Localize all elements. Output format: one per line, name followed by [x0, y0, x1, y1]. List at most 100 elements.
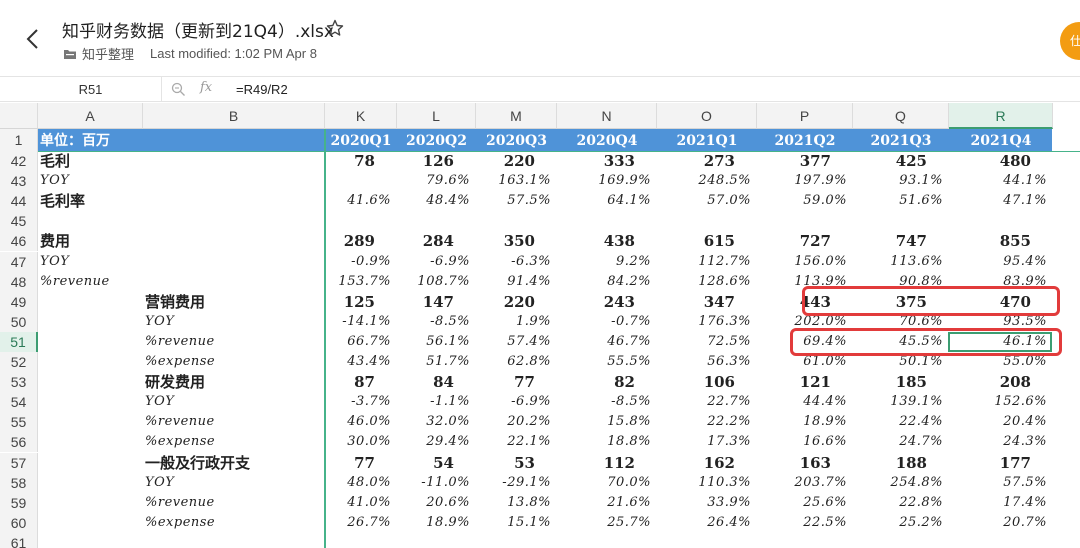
cell-l57[interactable]: 54 [397, 453, 476, 473]
cell-l47[interactable]: -6.9% [397, 252, 476, 272]
cell-r46[interactable]: 855 [949, 231, 1053, 251]
row-label-b[interactable]: %expense [143, 352, 325, 372]
row-label-a[interactable]: YOY [38, 252, 143, 272]
row-header-47[interactable]: 47 [0, 251, 38, 272]
cell-l54[interactable]: -1.1% [397, 392, 476, 412]
row-label-a[interactable]: 费用 [38, 231, 143, 251]
cell-n46[interactable]: 438 [557, 231, 657, 251]
back-arrow-icon[interactable] [22, 26, 44, 52]
cell-p42[interactable]: 377 [757, 151, 853, 171]
cell-o57[interactable]: 162 [657, 453, 757, 473]
row-header-45[interactable]: 45 [0, 211, 38, 232]
cell-o59[interactable]: 33.9% [657, 493, 757, 513]
cell-k44[interactable]: 41.6% [325, 191, 397, 211]
row-label-b[interactable]: YOY [143, 392, 325, 412]
row-header-59[interactable]: 59 [0, 492, 38, 513]
cell-q43[interactable]: 93.1% [853, 171, 949, 191]
cell-p44[interactable]: 59.0% [757, 191, 853, 211]
cell-q58[interactable]: 254.8% [853, 473, 949, 493]
cell-m48[interactable]: 91.4% [476, 272, 557, 292]
cell-p58[interactable]: 203.7% [757, 473, 853, 493]
cell-l53[interactable]: 84 [397, 372, 476, 392]
cell-o42[interactable]: 273 [657, 151, 757, 171]
row-header-58[interactable]: 58 [0, 472, 38, 493]
cell-n51[interactable]: 46.7% [557, 332, 657, 352]
cell-r57[interactable]: 177 [949, 453, 1053, 473]
cell-m43[interactable]: 163.1% [476, 171, 557, 191]
cell-m42[interactable]: 220 [476, 151, 557, 171]
cell-k52[interactable]: 43.4% [325, 352, 397, 372]
owner-name[interactable]: 知乎整理 [82, 44, 134, 63]
cell-l45[interactable] [397, 211, 476, 231]
cell-p60[interactable]: 22.5% [757, 513, 853, 533]
cell-k56[interactable]: 30.0% [325, 432, 397, 452]
quarter-header-2020q1[interactable]: 2020Q1 [325, 129, 397, 151]
cell-l59[interactable]: 20.6% [397, 493, 476, 513]
cell-q45[interactable] [853, 211, 949, 231]
cell-q46[interactable]: 747 [853, 231, 949, 251]
cell-k54[interactable]: -3.7% [325, 392, 397, 412]
row-label-a[interactable]: 毛利 [38, 151, 143, 171]
cell-m54[interactable]: -6.9% [476, 392, 557, 412]
cell-n45[interactable] [557, 211, 657, 231]
cell-n52[interactable]: 55.5% [557, 352, 657, 372]
row-header-57[interactable]: 57 [0, 452, 38, 473]
cell-k46[interactable]: 289 [325, 231, 397, 251]
cell-m45[interactable] [476, 211, 557, 231]
cell-q47[interactable]: 113.6% [853, 252, 949, 272]
cell-n54[interactable]: -8.5% [557, 392, 657, 412]
cell-n53[interactable]: 82 [557, 372, 657, 392]
cell-o48[interactable]: 128.6% [657, 272, 757, 292]
quarter-header-2020q2[interactable]: 2020Q2 [397, 129, 476, 151]
cell-l48[interactable]: 108.7% [397, 272, 476, 292]
cell-n48[interactable]: 84.2% [557, 272, 657, 292]
row-header-43[interactable]: 43 [0, 171, 38, 192]
cell-k50[interactable]: -14.1% [325, 312, 397, 332]
cell-n42[interactable]: 333 [557, 151, 657, 171]
cell-o51[interactable]: 72.5% [657, 332, 757, 352]
row-label-b[interactable]: 营销费用 [143, 292, 325, 312]
cell-m46[interactable]: 350 [476, 231, 557, 251]
cell-p54[interactable]: 44.4% [757, 392, 853, 412]
column-header-m[interactable]: M [476, 103, 557, 129]
cell-p61[interactable] [757, 533, 853, 548]
cell-l51[interactable]: 56.1% [397, 332, 476, 352]
cell-o54[interactable]: 22.7% [657, 392, 757, 412]
cell-m56[interactable]: 22.1% [476, 432, 557, 452]
column-header-k[interactable]: K [325, 103, 397, 129]
cell-k45[interactable] [325, 211, 397, 231]
avatar[interactable]: 仕 [1060, 22, 1080, 60]
cell-q61[interactable] [853, 533, 949, 548]
cell-o49[interactable]: 347 [657, 292, 757, 312]
row-label-b[interactable]: 一般及行政开支 [143, 453, 325, 473]
cell-o53[interactable]: 106 [657, 372, 757, 392]
row-label-b[interactable]: 研发费用 [143, 372, 325, 392]
column-header-r[interactable]: R [949, 103, 1053, 129]
cell-o47[interactable]: 112.7% [657, 252, 757, 272]
cell-q60[interactable]: 25.2% [853, 513, 949, 533]
row-header-44[interactable]: 44 [0, 191, 38, 212]
row-header-48[interactable]: 48 [0, 271, 38, 292]
cell-m58[interactable]: -29.1% [476, 473, 557, 493]
cell-q59[interactable]: 22.8% [853, 493, 949, 513]
row-label-b[interactable]: %expense [143, 513, 325, 533]
cell-n60[interactable]: 25.7% [557, 513, 657, 533]
cell-p47[interactable]: 156.0% [757, 252, 853, 272]
row-header-54[interactable]: 54 [0, 392, 38, 413]
row-header-60[interactable]: 60 [0, 512, 38, 533]
cell-r58[interactable]: 57.5% [949, 473, 1053, 493]
row-label-a[interactable]: 毛利率 [38, 191, 143, 211]
cell-o46[interactable]: 615 [657, 231, 757, 251]
quarter-header-2020q4[interactable]: 2020Q4 [557, 129, 657, 151]
row-header-42[interactable]: 42 [0, 151, 38, 171]
column-header-n[interactable]: N [557, 103, 657, 129]
cell-p57[interactable]: 163 [757, 453, 853, 473]
cell-k42[interactable]: 78 [325, 151, 397, 171]
cell-l42[interactable]: 126 [397, 151, 476, 171]
cell-q55[interactable]: 22.4% [853, 412, 949, 432]
cell-n50[interactable]: -0.7% [557, 312, 657, 332]
cell-l55[interactable]: 32.0% [397, 412, 476, 432]
row-label-a[interactable]: %revenue [38, 272, 143, 292]
cell-l58[interactable]: -11.0% [397, 473, 476, 493]
cell-o44[interactable]: 57.0% [657, 191, 757, 211]
